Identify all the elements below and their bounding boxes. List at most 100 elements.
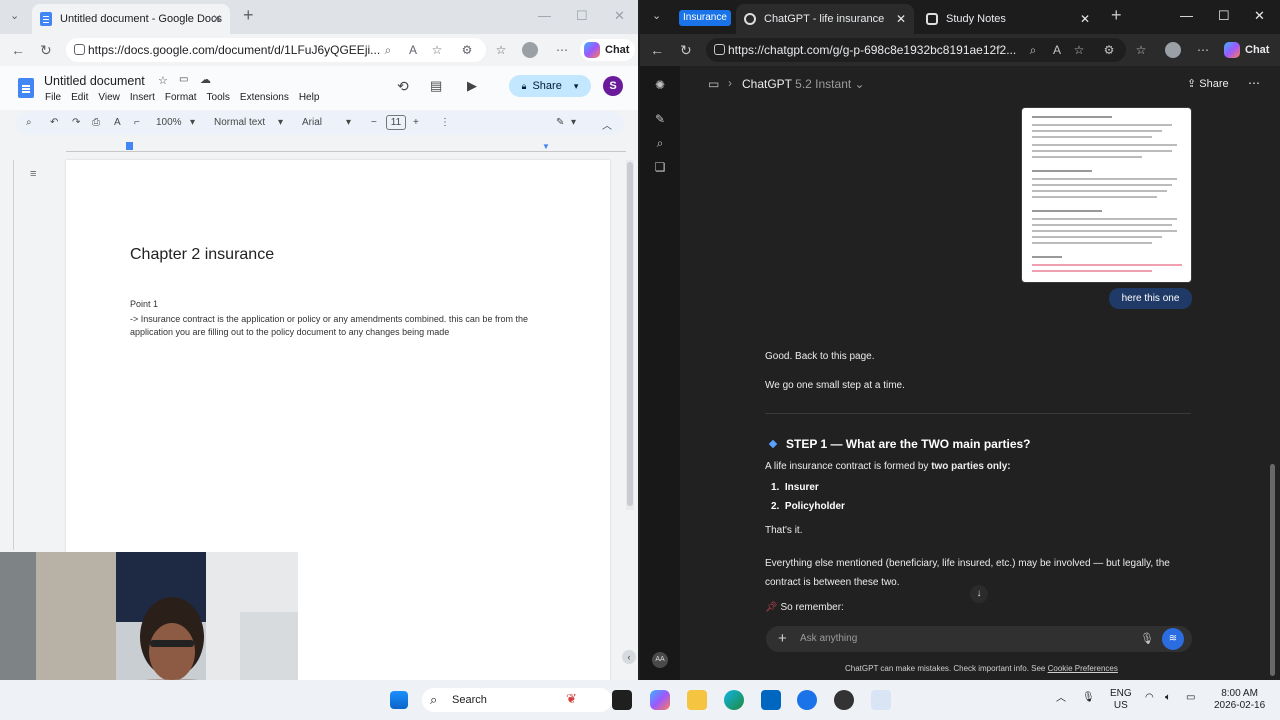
chat-scroll-thumb[interactable] [1270, 464, 1275, 676]
close-window-icon[interactable]: ✕ [614, 8, 625, 24]
taskbar-search[interactable]: ⌕ Search ❦ [422, 688, 612, 712]
editing-mode-icon[interactable]: ✎ [556, 117, 564, 128]
menu-extensions[interactable]: Extensions [240, 92, 289, 103]
font-size-field[interactable]: 11 [386, 115, 406, 130]
library-icon[interactable]: ❏ [653, 160, 667, 174]
tab-list-icon[interactable]: ⌄ [10, 9, 19, 22]
menu-tools[interactable]: Tools [207, 92, 230, 103]
tab-chatgpt[interactable]: ChatGPT - life insurance ✕ [736, 4, 914, 34]
font-dropdown-icon[interactable]: ▾ [346, 117, 351, 128]
more-menu-icon[interactable]: ⋯ [1196, 43, 1210, 57]
favorite-star-icon[interactable]: ☆ [1072, 43, 1086, 57]
site-info-icon[interactable] [74, 44, 85, 55]
search-chats-icon[interactable]: ⌕ [653, 136, 667, 150]
site-info-icon[interactable] [714, 44, 725, 55]
zoom-dropdown-icon[interactable]: ▾ [190, 117, 195, 128]
minimize-icon[interactable]: — [538, 8, 551, 23]
zoom-select[interactable]: 100% [156, 117, 182, 128]
task-view-icon[interactable] [612, 690, 632, 710]
store-icon[interactable] [761, 690, 781, 710]
app-icon-2[interactable] [834, 690, 854, 710]
url-field[interactable]: https://docs.google.com/document/d/1LFuJ… [66, 38, 486, 62]
tab-group-label[interactable]: Insurance [679, 10, 731, 26]
model-selector[interactable]: ChatGPT 5.2 Instant ⌄ [742, 77, 865, 91]
doc-point-label[interactable]: Point 1 [130, 299, 158, 309]
read-aloud-icon[interactable]: A [1050, 43, 1064, 57]
show-hidden-icons[interactable]: ︿ [1056, 693, 1066, 705]
style-select[interactable]: Normal text [214, 117, 265, 128]
right-indent-marker[interactable]: ▼ [542, 142, 550, 151]
reload-icon[interactable]: ↻ [680, 42, 692, 59]
microphone-tray-icon[interactable]: 🎙︎ [1082, 692, 1095, 704]
tab-list-icon[interactable]: ⌄ [652, 9, 661, 22]
clock[interactable]: 8:00 AM 2026-02-16 [1214, 688, 1265, 712]
edge-browser-icon[interactable] [724, 690, 744, 710]
close-tab-icon[interactable]: ✕ [896, 12, 906, 26]
back-icon[interactable]: ← [650, 42, 664, 58]
document-title[interactable]: Untitled document [44, 74, 145, 88]
close-tab-icon[interactable]: ✕ [1080, 12, 1090, 26]
menu-view[interactable]: View [98, 92, 120, 103]
app-icon[interactable] [797, 690, 817, 710]
file-explorer-icon[interactable] [687, 690, 707, 710]
decrease-size-icon[interactable]: − [371, 117, 377, 128]
spellcheck-icon[interactable]: A [114, 117, 121, 128]
close-window-icon[interactable]: ✕ [1254, 8, 1265, 24]
menu-format[interactable]: Format [165, 92, 197, 103]
meet-icon[interactable]: ▶ [467, 78, 477, 94]
new-chat-icon[interactable]: ✎ [653, 112, 667, 126]
share-chat-button[interactable]: ⇪ Share [1187, 77, 1229, 90]
more-menu-icon[interactable]: ⋯ [555, 43, 569, 57]
doc-heading[interactable]: Chapter 2 insurance [130, 246, 274, 264]
docs-collapse-icon[interactable]: ‹ [622, 650, 636, 664]
redo-icon[interactable]: ↷ [72, 117, 80, 128]
more-tools-icon[interactable]: ⋮ [440, 117, 450, 128]
collapse-menus-icon[interactable]: ︿ [602, 117, 612, 132]
docs-scrollbar[interactable] [626, 160, 634, 510]
maximize-icon[interactable]: ☐ [576, 8, 588, 24]
docs-logo-icon[interactable] [18, 78, 34, 98]
read-aloud-icon[interactable]: A [406, 43, 420, 57]
favorite-star-icon[interactable]: ☆ [430, 43, 444, 57]
style-dropdown-icon[interactable]: ▾ [278, 117, 283, 128]
new-tab-icon[interactable]: + [1111, 5, 1122, 26]
scroll-to-bottom-button[interactable]: ↓ [970, 585, 988, 603]
docs-scroll-thumb[interactable] [627, 162, 633, 506]
user-avatar[interactable]: AA [652, 652, 668, 668]
account-avatar[interactable]: S [603, 76, 623, 96]
indent-marker[interactable] [126, 142, 133, 150]
attach-plus-icon[interactable]: + [778, 630, 787, 647]
doc-paragraph[interactable]: -> Insurance contract is the application… [130, 313, 560, 339]
chat-scrollbar[interactable] [1268, 66, 1278, 680]
font-select[interactable]: Arial [302, 117, 322, 128]
extensions-icon[interactable]: ⚙ [460, 43, 474, 57]
profile-avatar[interactable] [522, 42, 538, 58]
microphone-icon[interactable]: 🎙︎ [1140, 632, 1154, 645]
copilot-chat-button[interactable]: Chat [580, 39, 636, 61]
tab-google-docs[interactable]: Untitled document - Google Docs ✕ [32, 4, 230, 34]
editing-mode-dropdown-icon[interactable]: ▾ [571, 117, 576, 128]
search-menus-icon[interactable]: ⌕ [26, 117, 32, 128]
maximize-icon[interactable]: ☐ [1218, 8, 1230, 24]
battery-icon[interactable]: ▭ [1186, 692, 1195, 704]
copilot-taskbar-icon[interactable] [650, 690, 670, 710]
reload-icon[interactable]: ↻ [40, 42, 52, 59]
menu-insert[interactable]: Insert [130, 92, 155, 103]
start-menu-icon[interactable] [390, 691, 408, 709]
search-page-icon[interactable]: ⌕ [381, 43, 395, 57]
profile-avatar[interactable] [1165, 42, 1181, 58]
share-dropdown-icon[interactable]: ▾ [574, 81, 579, 92]
star-icon[interactable]: ☆ [158, 74, 168, 87]
search-page-icon[interactable]: ⌕ [1026, 43, 1040, 57]
undo-icon[interactable]: ↶ [50, 117, 58, 128]
language-indicator[interactable]: ENG US [1110, 688, 1132, 712]
history-icon[interactable]: ⟲ [397, 78, 409, 95]
favorites-icon[interactable]: ☆ [494, 43, 508, 57]
uploaded-image-attachment[interactable] [1021, 107, 1192, 283]
menu-edit[interactable]: Edit [71, 92, 88, 103]
menu-help[interactable]: Help [299, 92, 320, 103]
back-icon[interactable]: ← [11, 42, 25, 58]
new-tab-icon[interactable]: + [243, 5, 254, 26]
close-tab-icon[interactable]: ✕ [212, 12, 222, 26]
share-button[interactable]: 🔒︎ Share ▾ [509, 75, 591, 97]
